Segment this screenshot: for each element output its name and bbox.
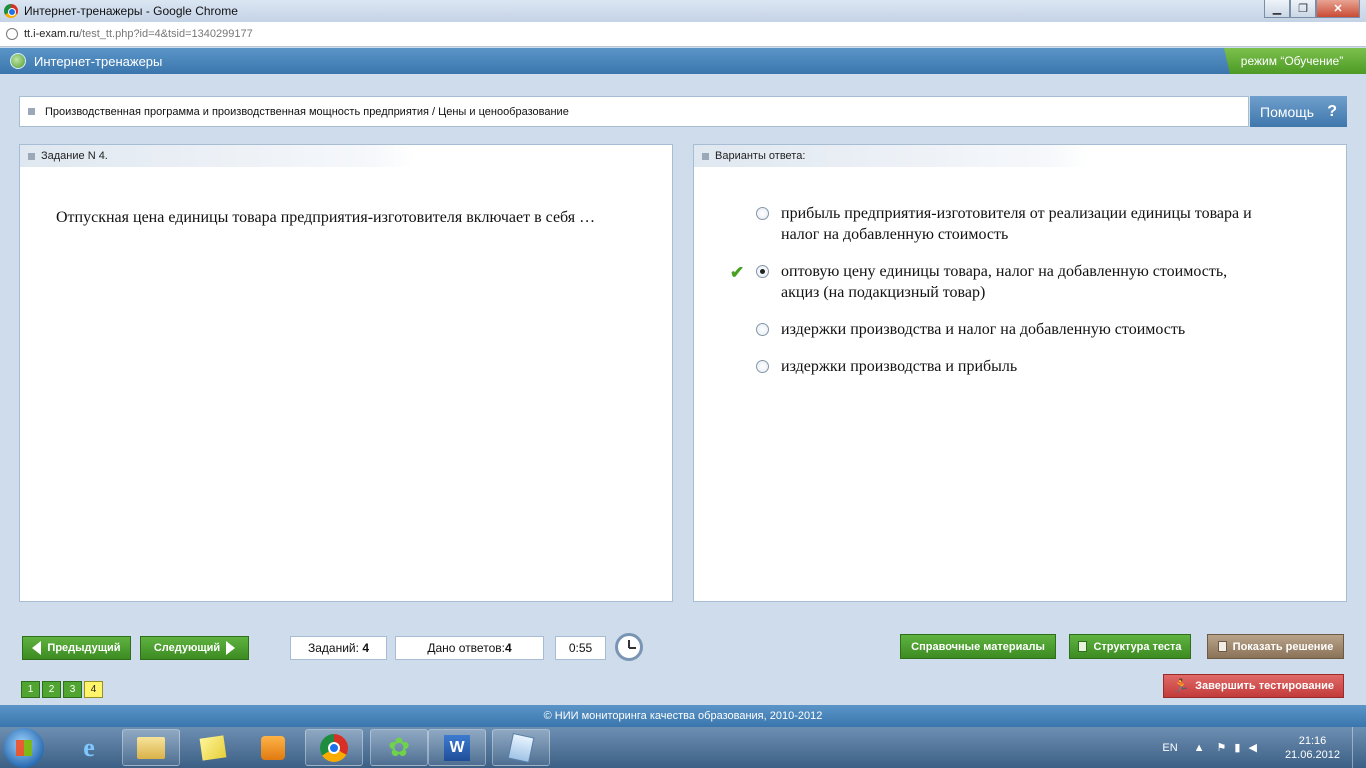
answer-option-1[interactable]: прибыль предприятия-изготовителя от реал… xyxy=(730,203,1290,245)
mode-badge: режим “Обучение” xyxy=(1224,48,1366,74)
reference-materials-button[interactable]: Справочные материалы xyxy=(900,634,1056,659)
taskbar: e ✿ W EN ▲ ⚑ ▮ ◀ 21:16 21.06.2012 xyxy=(0,727,1366,768)
document-icon xyxy=(1078,641,1088,652)
answer-label[interactable]: оптовую цену единицы товара, налог на до… xyxy=(781,261,1261,303)
url-path: /test_tt.php?id=4&tsid=1340299177 xyxy=(79,28,253,40)
chrome-logo-icon xyxy=(4,4,18,18)
app-header: Интернет-тренажеры режим “Обучение” xyxy=(0,48,1366,74)
answered-count: 4 xyxy=(504,641,512,655)
ie-icon[interactable]: e xyxy=(60,729,118,766)
next-label: Следующий xyxy=(153,642,221,654)
tasks-count: 4 xyxy=(362,641,369,655)
answers-panel-header: Варианты ответа: xyxy=(694,145,1088,167)
tray-clock[interactable]: 21:16 21.06.2012 xyxy=(1285,734,1340,762)
copyright-text: © НИИ мониторинга качества образования, … xyxy=(543,710,823,722)
window-title: Интернет-тренажеры - Google Chrome xyxy=(24,4,238,18)
question-mark-icon: ? xyxy=(1327,102,1337,120)
chrome-icon[interactable] xyxy=(305,729,363,766)
radio-button[interactable] xyxy=(756,360,769,373)
running-man-icon: 🏃 xyxy=(1172,678,1190,693)
next-button[interactable]: Следующий xyxy=(140,636,249,660)
timer: 0:55 xyxy=(568,641,593,655)
task-header: Задание N 4. xyxy=(41,150,108,162)
maximize-button[interactable]: ❐ xyxy=(1290,0,1316,18)
answer-options: прибыль предприятия-изготовителя от реал… xyxy=(730,203,1290,393)
minimize-button[interactable]: ▁ xyxy=(1264,0,1290,18)
window-controls: ▁ ❐ ✕ xyxy=(1264,0,1360,18)
previous-label: Предыдущий xyxy=(47,642,121,654)
finish-label: Завершить тестирование xyxy=(1195,680,1335,692)
answered-label: Дано ответов: xyxy=(427,641,505,655)
footer: © НИИ мониторинга качества образования, … xyxy=(0,705,1366,727)
answers-header: Варианты ответа: xyxy=(715,150,806,162)
media-player-icon[interactable] xyxy=(244,729,302,766)
help-button[interactable]: Помощь ? xyxy=(1250,96,1347,127)
bullet-square-icon xyxy=(702,152,709,160)
radio-button[interactable] xyxy=(756,323,769,336)
explorer-icon[interactable] xyxy=(122,729,180,766)
answer-label[interactable]: прибыль предприятия-изготовителя от реал… xyxy=(781,203,1261,245)
tasks-label: Заданий: xyxy=(308,641,359,655)
address-bar[interactable]: tt.i-exam.ru/test_tt.php?id=4&tsid=13402… xyxy=(0,22,1366,47)
arrow-left-icon xyxy=(32,641,42,655)
system-tray: EN ▲ ⚑ ▮ ◀ 21:16 21.06.2012 xyxy=(1162,727,1366,768)
checkmark-icon: ✔ xyxy=(730,263,745,282)
task-panel-header: Задание N 4. xyxy=(20,145,414,167)
radio-button[interactable] xyxy=(756,207,769,220)
page-icon xyxy=(6,28,18,40)
tasks-count-box: Заданий: 4 xyxy=(290,636,387,660)
answered-count-box: Дано ответов: 4 xyxy=(395,636,544,660)
app-logo-icon xyxy=(10,53,26,69)
previous-button[interactable]: Предыдущий xyxy=(22,636,131,660)
page-navigator: 1 2 3 4 xyxy=(21,681,105,698)
show-solution-button[interactable]: Показать решение xyxy=(1207,634,1344,659)
url-host: tt.i-exam.ru xyxy=(24,28,80,40)
question-text: Отпускная цена единицы товара предприяти… xyxy=(56,209,596,226)
breadcrumb: Производственная программа и производств… xyxy=(19,96,1249,127)
test-structure-button[interactable]: Структура теста xyxy=(1069,634,1191,659)
signal-icon[interactable]: ▮ xyxy=(1234,741,1240,754)
radio-button-selected[interactable] xyxy=(756,265,769,278)
answer-option-2[interactable]: ✔ оптовую цену единицы товара, налог на … xyxy=(730,261,1290,303)
show-desktop-button[interactable] xyxy=(1352,727,1366,768)
app-title: Интернет-тренажеры xyxy=(34,53,163,69)
breadcrumb-text: Производственная программа и производств… xyxy=(45,105,569,118)
structure-label: Структура теста xyxy=(1093,640,1182,653)
answer-label[interactable]: издержки производства и налог на добавле… xyxy=(781,319,1261,340)
finish-test-button[interactable]: 🏃 Завершить тестирование xyxy=(1163,674,1344,698)
sticky-notes-icon[interactable] xyxy=(184,729,242,766)
arrow-right-icon xyxy=(226,641,236,655)
task-panel: Задание N 4. Отпускная цена единицы това… xyxy=(19,144,673,602)
book-icon xyxy=(1217,641,1227,652)
answer-option-4[interactable]: издержки производства и прибыль xyxy=(730,356,1290,377)
answers-panel: Варианты ответа: прибыль предприятия-изг… xyxy=(693,144,1347,602)
network-icon[interactable]: ⚑ xyxy=(1217,741,1227,754)
icq-icon[interactable]: ✿ xyxy=(370,729,428,766)
tray-expand-icon[interactable]: ▲ xyxy=(1194,742,1205,754)
close-button[interactable]: ✕ xyxy=(1316,0,1360,18)
bullet-square-icon xyxy=(28,152,35,160)
start-button[interactable] xyxy=(4,728,44,768)
solution-label: Показать решение xyxy=(1232,640,1334,653)
reference-label: Справочные материалы xyxy=(911,640,1045,653)
help-label: Помощь xyxy=(1260,103,1315,120)
url-text[interactable]: tt.i-exam.ru/test_tt.php?id=4&tsid=13402… xyxy=(24,28,253,40)
notepad-icon[interactable] xyxy=(492,729,550,766)
bullet-square-icon xyxy=(28,108,35,115)
word-icon[interactable]: W xyxy=(428,729,486,766)
answer-option-3[interactable]: издержки производства и налог на добавле… xyxy=(730,319,1290,340)
page-button-3[interactable]: 3 xyxy=(63,681,82,698)
page-button-1[interactable]: 1 xyxy=(21,681,40,698)
answer-label[interactable]: издержки производства и прибыль xyxy=(781,356,1261,377)
timer-box: 0:55 xyxy=(555,636,606,660)
language-indicator[interactable]: EN xyxy=(1162,742,1177,754)
page-button-2[interactable]: 2 xyxy=(42,681,61,698)
page-button-4[interactable]: 4 xyxy=(84,681,103,698)
volume-icon[interactable]: ◀ xyxy=(1248,741,1256,754)
tray-date: 21.06.2012 xyxy=(1284,748,1340,761)
window-titlebar: Интернет-тренажеры - Google Chrome ▁ ❐ ✕ xyxy=(0,0,1366,22)
tray-time: 21:16 xyxy=(1298,734,1327,747)
clock-icon xyxy=(615,633,643,661)
